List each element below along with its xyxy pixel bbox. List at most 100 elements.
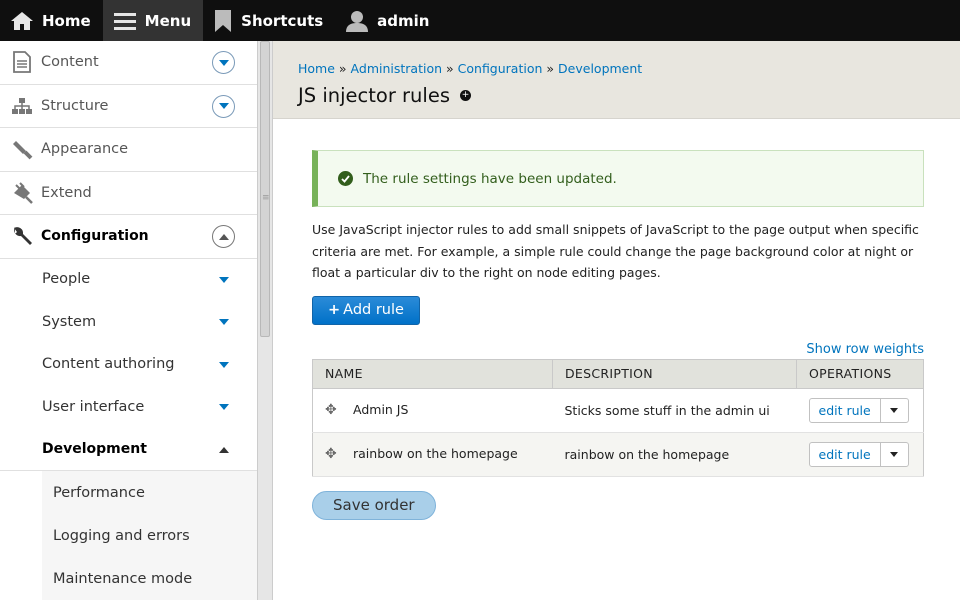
expand-toggle-button[interactable] — [212, 51, 235, 74]
column-header-operations: OPERATIONS — [796, 359, 924, 389]
sidebar-item-structure[interactable]: Structure — [0, 85, 257, 128]
home-icon — [10, 11, 34, 31]
sidebar-item-label: Structure — [41, 97, 109, 114]
chevron-down-icon[interactable] — [219, 404, 229, 410]
hamburger-icon — [113, 11, 137, 31]
row-weights-toggle: Show row weights — [312, 342, 924, 357]
chevron-up-icon — [218, 233, 229, 240]
toolbar-home-label: Home — [42, 11, 91, 30]
page-title: JS injector rules + — [298, 84, 960, 107]
breadcrumb-link-administration[interactable]: Administration — [351, 61, 442, 76]
chevron-down-icon[interactable] — [219, 361, 229, 368]
plug-icon — [10, 182, 34, 204]
toolbar-shortcuts-tab[interactable]: Shortcuts — [203, 0, 335, 41]
sidebar-item-development[interactable]: Development — [0, 429, 257, 471]
rule-description: Sticks some stuff in the admin ui — [552, 388, 797, 433]
add-rule-label: Add rule — [343, 302, 404, 318]
status-message: The rule settings have been updated. — [312, 150, 924, 207]
development-submenu: Performance Logging and errors Maintenan… — [42, 471, 257, 600]
sidebar-item-logging-and-errors[interactable]: Logging and errors — [42, 514, 257, 557]
edit-rule-button[interactable]: edit rule — [810, 398, 881, 422]
sidebar-item-extend[interactable]: Extend — [0, 172, 257, 215]
breadcrumb-link-home[interactable]: Home — [298, 61, 335, 76]
sidebar-item-people[interactable]: People — [0, 259, 257, 302]
toolbar-menu-tab[interactable]: Menu — [102, 0, 204, 41]
sidebar-item-label: User interface — [42, 398, 145, 415]
chevron-down-icon — [218, 103, 229, 109]
sidebar-scrollbar-thumb[interactable] — [260, 41, 270, 337]
save-order-button[interactable]: Save order — [312, 490, 436, 520]
expand-toggle-button[interactable] — [212, 94, 235, 118]
toolbar-user-label: admin — [377, 11, 430, 30]
sidebar-item-maintenance-mode[interactable]: Maintenance mode — [42, 557, 257, 600]
sidebar-item-configuration[interactable]: Configuration — [0, 215, 257, 259]
sidebar-item-label: Development — [42, 441, 147, 458]
table-header-row: NAME DESCRIPTION OPERATIONS — [312, 359, 924, 389]
caret-down-icon — [890, 407, 899, 413]
chevron-down-icon[interactable] — [219, 319, 229, 325]
drag-handle-icon[interactable]: ✥ — [325, 446, 341, 462]
sidebar-item-label: People — [42, 271, 91, 288]
breadcrumb-separator: » — [446, 61, 454, 76]
column-header-description: DESCRIPTION — [552, 359, 797, 389]
caret-down-icon — [890, 451, 899, 457]
admin-menu-sidebar: Content Structure Appearance Extend Conf… — [0, 41, 257, 600]
wrench-icon — [10, 225, 34, 247]
rule-operations-cell: edit rule — [796, 388, 924, 433]
breadcrumb-link-configuration[interactable]: Configuration — [458, 61, 543, 76]
sidebar-item-content-authoring[interactable]: Content authoring — [0, 344, 257, 387]
rule-name: Admin JS — [353, 401, 409, 417]
toolbar-shortcuts-label: Shortcuts — [241, 11, 324, 30]
checkmark-icon — [338, 171, 353, 186]
document-icon — [10, 51, 34, 74]
operations-dropbutton: edit rule — [808, 441, 909, 467]
page-title-text: JS injector rules — [298, 84, 450, 107]
add-shortcut-icon[interactable]: + — [459, 90, 471, 101]
breadcrumb-link-development[interactable]: Development — [558, 61, 642, 76]
operations-dropdown-toggle[interactable] — [881, 443, 908, 466]
rule-name-cell: ✥ Admin JS — [312, 388, 553, 433]
chevron-down-icon — [218, 59, 229, 66]
rule-operations-cell: edit rule — [796, 432, 924, 477]
show-row-weights-link[interactable]: Show row weights — [806, 342, 924, 357]
breadcrumb-separator: » — [338, 61, 347, 76]
rule-description: rainbow on the homepage — [552, 432, 797, 477]
sidebar-item-user-interface[interactable]: User interface — [0, 386, 257, 429]
main-region: Home » Administration » Configuration » … — [273, 41, 960, 600]
sidebar-item-label: Content authoring — [42, 356, 175, 373]
admin-toolbar: Home Menu Shortcuts admin — [0, 0, 960, 41]
operations-dropdown-toggle[interactable] — [881, 399, 908, 422]
sidebar-item-system[interactable]: System — [0, 301, 257, 344]
breadcrumb-separator: » — [546, 61, 555, 76]
sidebar-item-appearance[interactable]: Appearance — [0, 128, 257, 172]
breadcrumb: Home » Administration » Configuration » … — [298, 61, 960, 76]
sidebar-item-label: Appearance — [41, 141, 129, 158]
plus-icon: + — [328, 302, 341, 318]
grip-icon: ≡ — [262, 193, 270, 203]
edit-rule-button[interactable]: edit rule — [810, 442, 881, 466]
bookmark-icon — [213, 9, 233, 33]
toolbar-menu-label: Menu — [144, 11, 192, 30]
drag-handle-icon[interactable]: ✥ — [325, 402, 341, 418]
sidebar-item-content[interactable]: Content — [0, 41, 257, 85]
rule-name: rainbow on the homepage — [353, 445, 518, 461]
page-description: Use JavaScript injector rules to add sma… — [312, 222, 919, 280]
sidebar-item-performance[interactable]: Performance — [42, 471, 257, 514]
chevron-down-icon[interactable] — [219, 276, 229, 283]
sidebar-item-label: Content — [41, 54, 99, 71]
table-row: ✥ rainbow on the homepage rainbow on the … — [312, 432, 924, 477]
collapse-toggle-button[interactable] — [212, 225, 235, 248]
toolbar-user-tab[interactable]: admin — [335, 0, 441, 41]
sidebar-resize-handle[interactable]: ≡ — [257, 41, 273, 600]
add-rule-button[interactable]: + Add rule — [312, 295, 420, 325]
sitemap-icon — [10, 97, 34, 115]
sidebar-item-label: Performance — [53, 484, 145, 501]
sidebar-item-label: Logging and errors — [53, 527, 190, 544]
paintbrush-icon — [10, 138, 34, 160]
rule-name-cell: ✥ rainbow on the homepage — [312, 432, 553, 477]
rules-table: NAME DESCRIPTION OPERATIONS ✥ Admin JS St… — [312, 358, 924, 477]
page-content: The rule settings have been updated. Use… — [273, 119, 960, 520]
toolbar-home-link[interactable]: Home — [0, 0, 103, 41]
chevron-up-icon[interactable] — [219, 446, 229, 453]
sidebar-item-label: System — [42, 313, 97, 330]
